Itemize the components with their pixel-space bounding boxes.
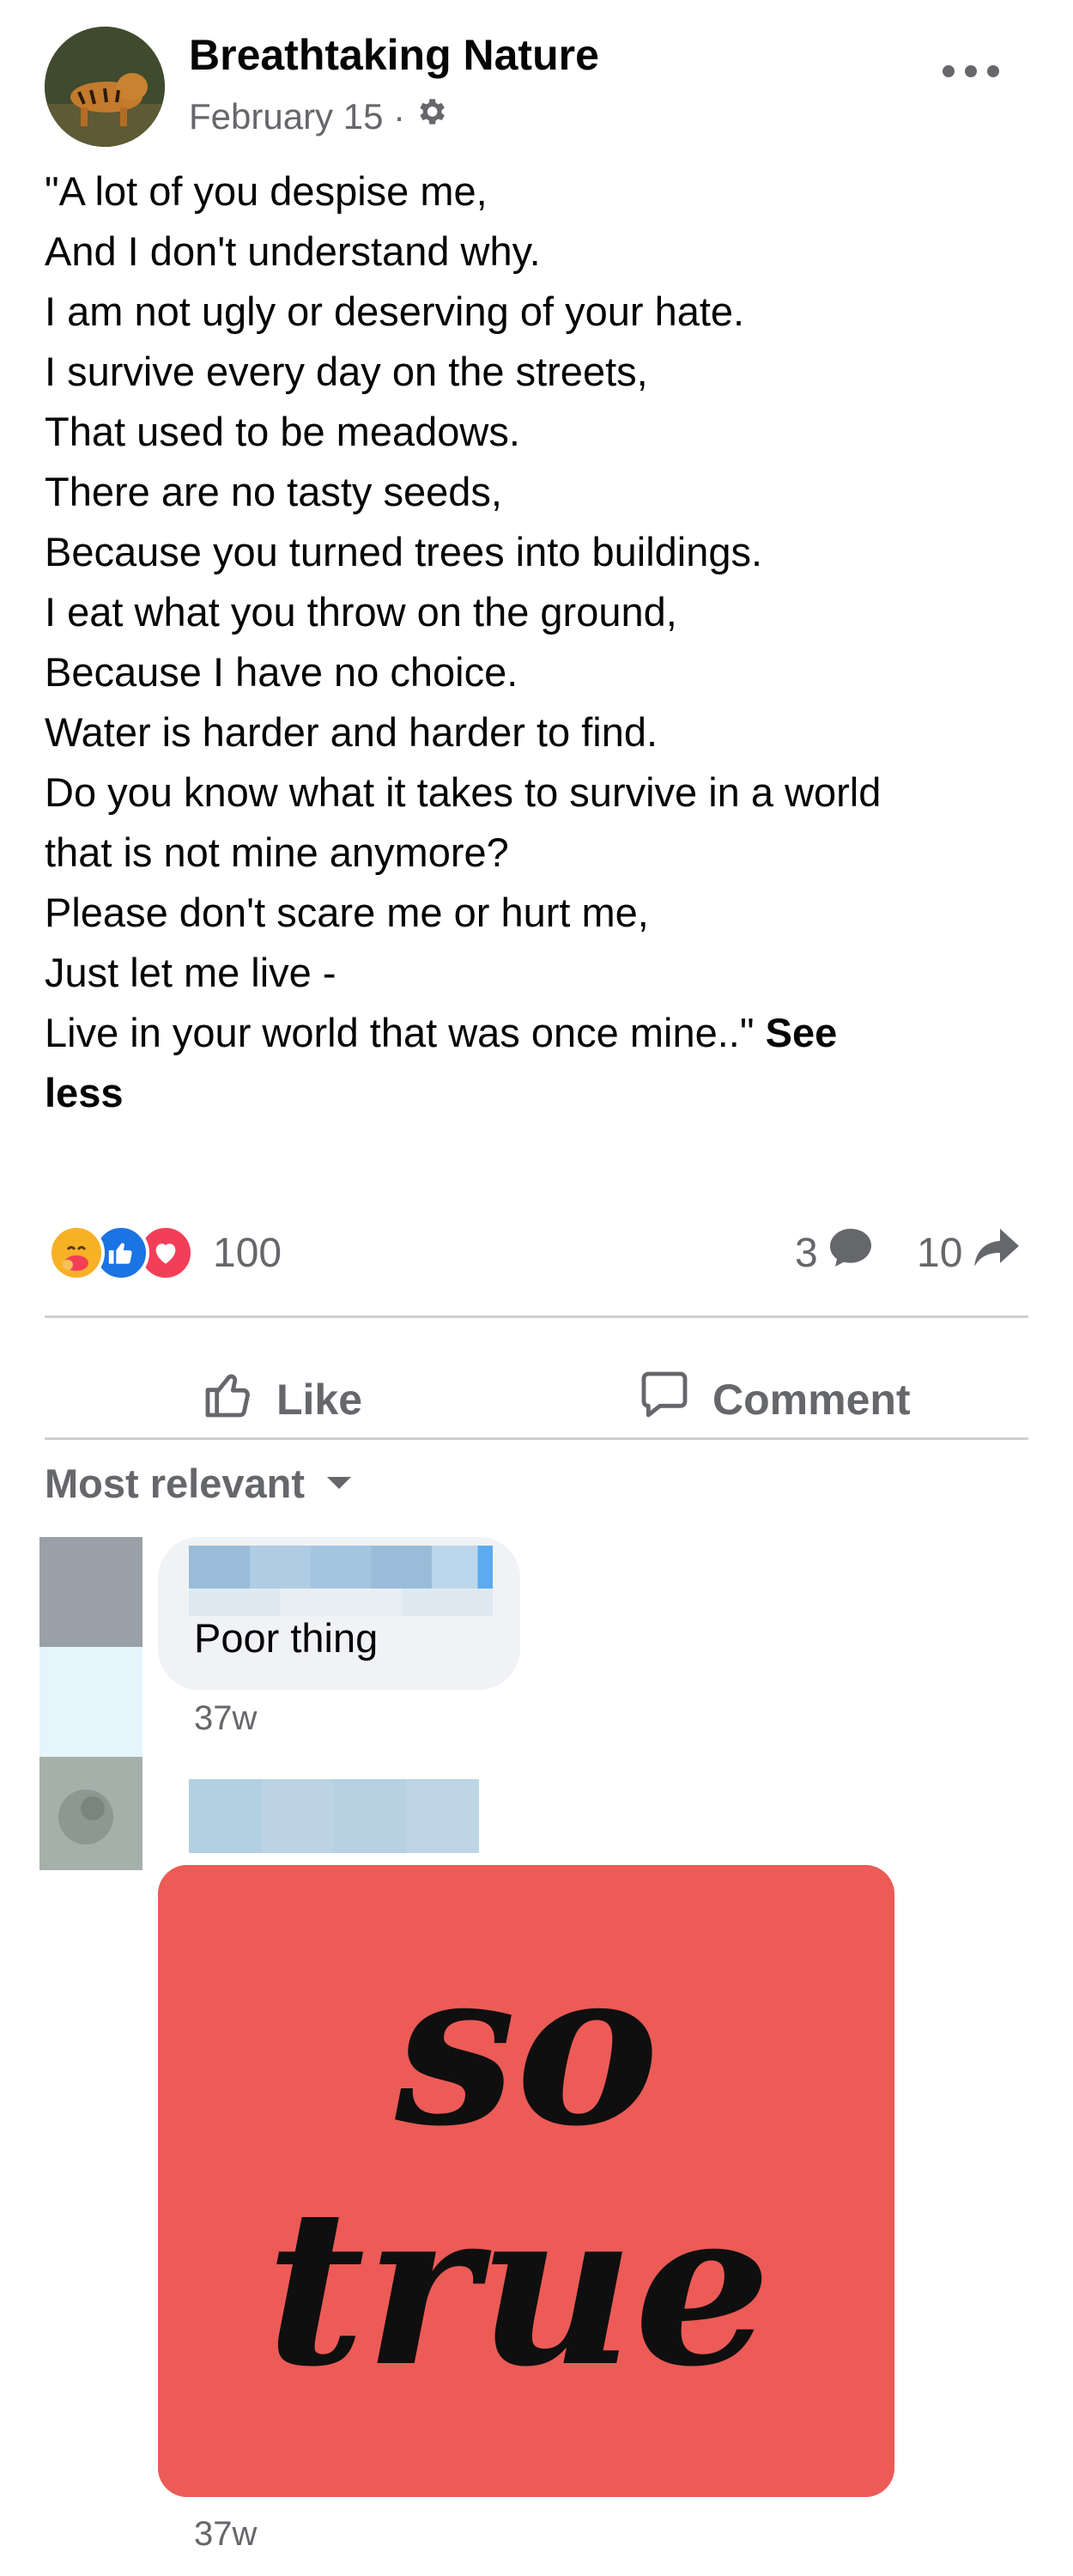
comment-outline-icon bbox=[637, 1367, 692, 1432]
post-text: "A lot of you despise me, And I don't un… bbox=[45, 161, 1023, 1123]
see-less-link[interactable]: See bbox=[766, 1010, 838, 1055]
post-text-line: Because you turned trees into buildings. bbox=[45, 529, 763, 574]
post-text-line: Because I have no choice. bbox=[45, 649, 518, 695]
sort-label: Most relevant bbox=[45, 1460, 305, 1506]
gif-text-so: so bbox=[394, 1921, 659, 2173]
avatar-photo bbox=[39, 1757, 142, 1870]
comment-bubble-icon bbox=[827, 1225, 875, 1280]
post-text-line: I eat what you throw on the ground, bbox=[45, 589, 677, 635]
comments-count-button[interactable]: 3 bbox=[795, 1224, 875, 1281]
tiger-photo bbox=[45, 27, 165, 147]
commenter-avatar[interactable] bbox=[39, 1757, 142, 1870]
divider bbox=[45, 1437, 1028, 1440]
page-avatar[interactable] bbox=[45, 27, 165, 147]
post-text-line: Do you know what it takes to survive in … bbox=[45, 769, 882, 815]
comment-time[interactable]: 37w bbox=[194, 2512, 257, 2555]
caret-down-icon bbox=[326, 1477, 351, 1489]
sort-comments-dropdown[interactable]: Most relevant bbox=[45, 1455, 351, 1511]
page-name[interactable]: Breathtaking Nature bbox=[189, 29, 599, 81]
shares-count: 10 bbox=[917, 1230, 963, 1276]
commenter-avatar-blur bbox=[39, 1647, 142, 1757]
thumbs-up-outline-icon bbox=[201, 1367, 256, 1432]
reaction-count: 100 bbox=[213, 1230, 282, 1276]
post-text-line: Just let me live - bbox=[45, 950, 336, 995]
post-date[interactable]: February 15 · bbox=[189, 93, 405, 141]
care-emoji-icon bbox=[48, 1224, 105, 1281]
share-arrow-icon bbox=[971, 1225, 1022, 1280]
comment-button[interactable]: Comment bbox=[637, 1357, 911, 1443]
blurred-commenter-name[interactable] bbox=[189, 1546, 493, 1589]
more-options-button[interactable] bbox=[943, 60, 999, 82]
commenter-avatar[interactable] bbox=[39, 1537, 142, 1647]
post-text-line: I am not ugly or deserving of your hate. bbox=[45, 289, 745, 334]
post-text-line: There are no tasty seeds, bbox=[45, 469, 502, 514]
see-less-link-cont[interactable]: less bbox=[45, 1063, 1023, 1123]
comment-time[interactable]: 37w bbox=[194, 1697, 257, 1740]
post-text-last-line: Live in your world that was once mine.."… bbox=[45, 1003, 1023, 1063]
post-text-line: That used to be meadows. bbox=[45, 409, 520, 454]
comments-count: 3 bbox=[795, 1230, 818, 1276]
like-label: Like bbox=[276, 1376, 363, 1424]
post-text-line: I survive every day on the streets, bbox=[45, 349, 648, 394]
comment-text: Poor thing bbox=[194, 1615, 379, 1661]
post-meta: February 15 · bbox=[189, 93, 448, 141]
post-text-line: Please don't scare me or hurt me, bbox=[45, 890, 649, 935]
like-button[interactable]: Like bbox=[201, 1357, 362, 1443]
divider bbox=[45, 1315, 1028, 1318]
comment-label: Comment bbox=[712, 1376, 911, 1424]
gif-text-true: true bbox=[266, 2161, 771, 2414]
gear-icon bbox=[414, 93, 448, 141]
blurred-commenter-name[interactable] bbox=[189, 1779, 479, 1853]
post-text-line: that is not mine anymore? bbox=[45, 829, 509, 875]
reactions-summary[interactable]: 100 bbox=[48, 1224, 282, 1281]
post-text-line: "A lot of you despise me, bbox=[45, 168, 488, 214]
post-text-line: And I don't understand why. bbox=[45, 228, 541, 274]
so-true-gif: so true bbox=[158, 1865, 894, 2497]
shares-count-button[interactable]: 10 bbox=[917, 1224, 1022, 1281]
post-text-line: Live in your world that was once mine.." bbox=[45, 1010, 755, 1055]
post-text-line: Water is harder and harder to find. bbox=[45, 709, 658, 755]
ellipsis-icon bbox=[943, 65, 955, 77]
gif-comment[interactable]: so true bbox=[158, 1865, 894, 2497]
